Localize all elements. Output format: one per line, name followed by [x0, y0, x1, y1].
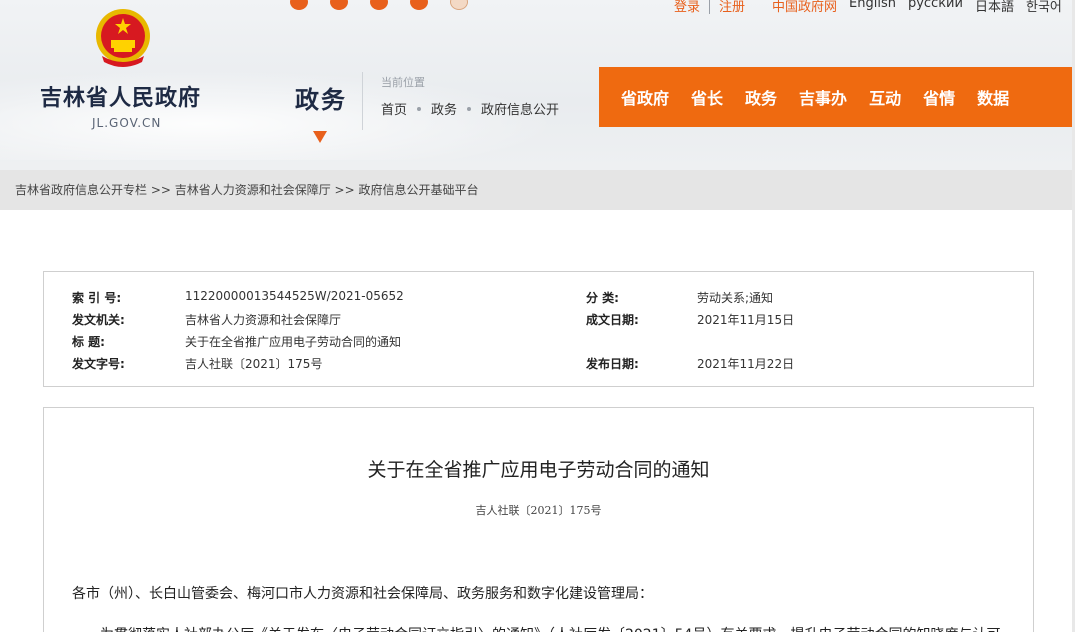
language-links: 中国政府网 English русский 日本語 한국어	[772, 0, 1062, 15]
title-value: 关于在全省推广应用电子劳动合同的通知	[185, 335, 402, 349]
index-value: 11220000013544525W/2021-05652	[185, 289, 404, 303]
accessibility-icon[interactable]	[410, 0, 428, 10]
crumb-separator-icon	[417, 106, 422, 111]
lang-russian-link[interactable]: русский	[908, 0, 963, 15]
mobile-icon[interactable]	[370, 0, 388, 10]
login-link[interactable]: 登录	[674, 0, 700, 15]
article-title: 关于在全省推广应用电子劳动合同的通知	[367, 459, 710, 481]
weibo-alt-icon[interactable]	[330, 0, 348, 10]
gov-portal-link[interactable]: 中国政府网	[772, 0, 837, 15]
auth-links: 登录 注册	[674, 0, 745, 15]
lang-korean-link[interactable]: 한국어	[1026, 0, 1062, 15]
category-value: 劳动关系;通知	[697, 291, 774, 305]
article-doc-number: 吉人社联〔2021〕175号	[475, 504, 602, 517]
crumb-affairs[interactable]: 政务	[431, 99, 457, 118]
document-meta: 索 引 号: 11220000013544525W/2021-05652 分 类…	[43, 271, 1034, 387]
article-salutation: 各市（州）、长白山管委会、梅河口市人力资源和社会保障局、政务服务和数字化建设管理…	[72, 586, 653, 602]
crumb-separator-icon	[467, 106, 472, 111]
date-label: 成文日期:	[586, 313, 639, 327]
nav-item-governor[interactable]: 省长	[691, 85, 723, 109]
docno-label: 发文字号:	[72, 357, 125, 371]
crumb-info-disclosure[interactable]: 政府信息公开	[481, 99, 559, 118]
crumb-home[interactable]: 首页	[381, 99, 407, 118]
weibo-icon[interactable]	[290, 0, 308, 10]
site-header: 吉林省人民政府 JL.GOV.CN 政务 当前位置 首页 政务 政府信息公开 登…	[0, 0, 1075, 170]
lang-japanese-link[interactable]: 日本語	[975, 0, 1014, 15]
breadcrumb[interactable]: 吉林省政府信息公开专栏 >> 吉林省人力资源和社会保障厅 >> 政府信息公开基础…	[0, 170, 1075, 210]
national-emblem-icon[interactable]	[94, 6, 152, 68]
lang-english-link[interactable]: English	[849, 0, 896, 15]
publish-label: 发布日期:	[586, 357, 639, 371]
nav-item-jishiban[interactable]: 吉事办	[799, 85, 847, 109]
nav-item-affairs[interactable]: 政务	[745, 85, 777, 109]
divider	[709, 0, 711, 14]
docno-value: 吉人社联〔2021〕175号	[185, 357, 323, 371]
nav-item-province-info[interactable]: 省情	[923, 85, 955, 109]
article-body: 关于在全省推广应用电子劳动合同的通知 吉人社联〔2021〕175号 各市（州）、…	[43, 407, 1034, 632]
site-domain: JL.GOV.CN	[92, 116, 162, 130]
assistant-avatar-icon[interactable]	[450, 0, 468, 10]
issuer-label: 发文机关:	[72, 313, 125, 327]
register-link[interactable]: 注册	[719, 0, 745, 15]
article-paragraph: 为贯彻落实人社部办公厅《关于发布〈电子劳动合同订立指引〉的通知》（人社厅发〔20…	[100, 624, 1040, 632]
section-title: 政务	[295, 86, 347, 114]
nav-item-data[interactable]: 数据	[977, 85, 1009, 109]
location-label: 当前位置	[381, 76, 425, 89]
index-label: 索 引 号:	[72, 291, 122, 305]
location-breadcrumb: 首页 政务 政府信息公开	[381, 99, 559, 118]
issuer-value: 吉林省人力资源和社会保障厅	[185, 313, 342, 327]
nav-item-interaction[interactable]: 互动	[869, 85, 901, 109]
category-label: 分 类:	[586, 291, 619, 305]
section-arrow-icon	[313, 131, 327, 143]
publish-value: 2021年11月22日	[697, 357, 795, 371]
divider	[362, 72, 363, 130]
site-title[interactable]: 吉林省人民政府	[40, 80, 201, 112]
main-nav: 省政府 省长 政务 吉事办 互动 省情 数据	[599, 67, 1075, 127]
date-value: 2021年11月15日	[697, 313, 795, 327]
social-icons	[290, 0, 468, 10]
title-label: 标 题:	[72, 335, 105, 349]
nav-item-province-gov[interactable]: 省政府	[621, 85, 669, 109]
